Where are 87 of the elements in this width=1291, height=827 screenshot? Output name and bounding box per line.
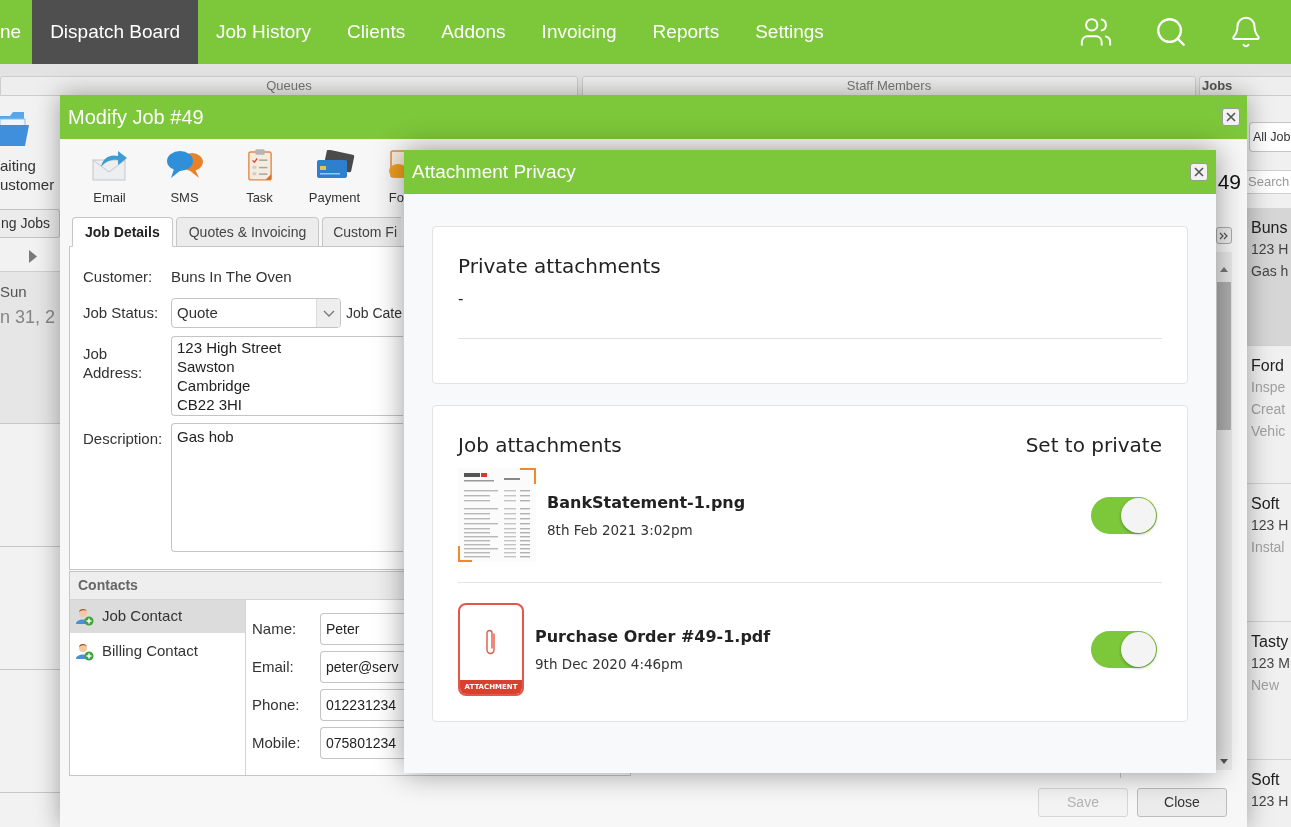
field-label: Phone: xyxy=(252,694,301,715)
column-label: Set to private xyxy=(1025,432,1162,458)
queue-label: aiting ustomer xyxy=(0,156,56,194)
contact-person-icon xyxy=(76,607,94,626)
scrollbar-track[interactable] xyxy=(1216,252,1232,770)
scrollbar-thumb[interactable] xyxy=(1217,282,1231,430)
attachment-date: 8th Feb 2021 3:02pm xyxy=(547,520,694,539)
toggle-knob xyxy=(1121,497,1156,533)
expand-button[interactable] xyxy=(1216,227,1232,244)
toolbar-button[interactable]: Task xyxy=(222,139,297,206)
tab[interactable]: Job Details xyxy=(72,217,173,247)
panel-header: Queues xyxy=(0,76,578,96)
job-detail-text: 123 H xyxy=(1251,240,1290,259)
close-button[interactable] xyxy=(1190,163,1208,181)
job-title: Buns xyxy=(1251,218,1289,238)
scroll-up-icon[interactable] xyxy=(1220,267,1228,272)
contact-input[interactable]: 012231234 xyxy=(320,689,404,721)
job-detail-text: Inspe xyxy=(1251,378,1287,397)
field-label: Job Address: xyxy=(83,344,144,383)
day-label: Sun xyxy=(0,282,28,302)
right-triangle-icon[interactable] xyxy=(29,250,37,263)
toolbar-button[interactable]: Email xyxy=(72,139,147,206)
attachment-name[interactable]: Purchase Order #49-1.pdf xyxy=(535,626,771,648)
empty-text: - xyxy=(458,289,465,309)
chevron-down-icon xyxy=(322,309,335,317)
double-chevron-icon xyxy=(1219,231,1229,240)
tab[interactable]: Quotes & Invoicing xyxy=(175,217,320,247)
job-status-select[interactable]: Quote xyxy=(171,298,341,328)
description-field[interactable]: Gas hob xyxy=(171,423,403,552)
contact-person-icon xyxy=(76,642,94,661)
field-label: Name: xyxy=(252,618,298,639)
field-label: Description: xyxy=(83,429,164,449)
credit-card-icon xyxy=(314,150,355,180)
envelope-icon xyxy=(91,149,128,181)
address-field[interactable]: 123 High Street Sawston Cambridge CB22 3HI xyxy=(171,336,403,416)
field-label: Mobile: xyxy=(252,732,302,753)
job-detail-text: Vehic xyxy=(1251,422,1287,441)
job-title: Ford xyxy=(1251,356,1285,376)
job-detail-text: Gas h xyxy=(1251,262,1290,281)
job-title: Soft xyxy=(1251,770,1281,790)
contact-input[interactable]: 075801234 xyxy=(320,727,404,759)
search-icon[interactable] xyxy=(1154,15,1188,49)
date-label: n 31, 2 xyxy=(0,306,57,328)
modal-title: Modify Job #49 xyxy=(68,105,204,130)
nav-tab[interactable]: Dispatch Board xyxy=(32,0,199,64)
panel-header: Jobs xyxy=(1199,76,1291,96)
job-detail-text: 123 M xyxy=(1251,654,1291,673)
field-label: Customer: xyxy=(83,266,154,287)
close-icon xyxy=(1226,112,1236,122)
job-detail-text: 123 H xyxy=(1251,792,1290,811)
dialog-title: Attachment Privacy xyxy=(412,159,576,184)
job-list-item[interactable]: Buns 123 H Gas h xyxy=(1247,208,1291,346)
job-detail-text: New xyxy=(1251,676,1280,695)
job-detail-text: Creat xyxy=(1251,400,1287,419)
customer-name: Buns In The Oven xyxy=(171,266,292,287)
toolbar-button[interactable]: Payment xyxy=(297,139,372,206)
field-label: Job Cate xyxy=(346,303,403,323)
job-title: Tasty xyxy=(1251,632,1290,652)
clipboard-icon xyxy=(246,148,273,182)
job-filter-select[interactable]: All Job xyxy=(1249,122,1291,152)
job-detail-text: 123 H xyxy=(1251,516,1290,535)
job-title: Soft xyxy=(1251,494,1281,514)
queue-button[interactable]: ng Jobs xyxy=(0,209,60,238)
attachment-date: 9th Dec 2020 4:46pm xyxy=(535,655,684,673)
attachment-name[interactable]: BankStatement-1.png xyxy=(547,491,746,514)
tab[interactable]: Custom Fi xyxy=(322,217,402,247)
job-detail-text: Instal xyxy=(1251,538,1286,557)
section-title: Job attachments xyxy=(458,432,622,458)
section-title: Private attachments xyxy=(458,253,662,279)
contact-input[interactable]: peter@serv xyxy=(320,651,404,683)
private-toggle[interactable] xyxy=(1091,496,1157,534)
bell-icon[interactable] xyxy=(1229,15,1263,49)
scroll-down-icon[interactable] xyxy=(1220,759,1228,764)
toolbar-button[interactable]: SMS xyxy=(147,139,222,206)
close-button[interactable] xyxy=(1222,108,1240,126)
footer-button[interactable]: Close xyxy=(1137,788,1227,817)
toggle-knob xyxy=(1121,632,1156,667)
chat-bubble-icon xyxy=(165,150,204,180)
contact-input[interactable]: Peter xyxy=(320,613,404,645)
users-icon[interactable] xyxy=(1079,15,1113,49)
close-icon xyxy=(1194,167,1204,177)
field-label: Email: xyxy=(252,656,295,677)
private-toggle[interactable] xyxy=(1091,631,1157,668)
job-number: 49 xyxy=(1217,169,1241,195)
contact-type-item[interactable]: Job Contact xyxy=(70,600,245,633)
panel-header: Staff Members xyxy=(582,76,1196,96)
field-label: Job Status: xyxy=(83,302,160,323)
